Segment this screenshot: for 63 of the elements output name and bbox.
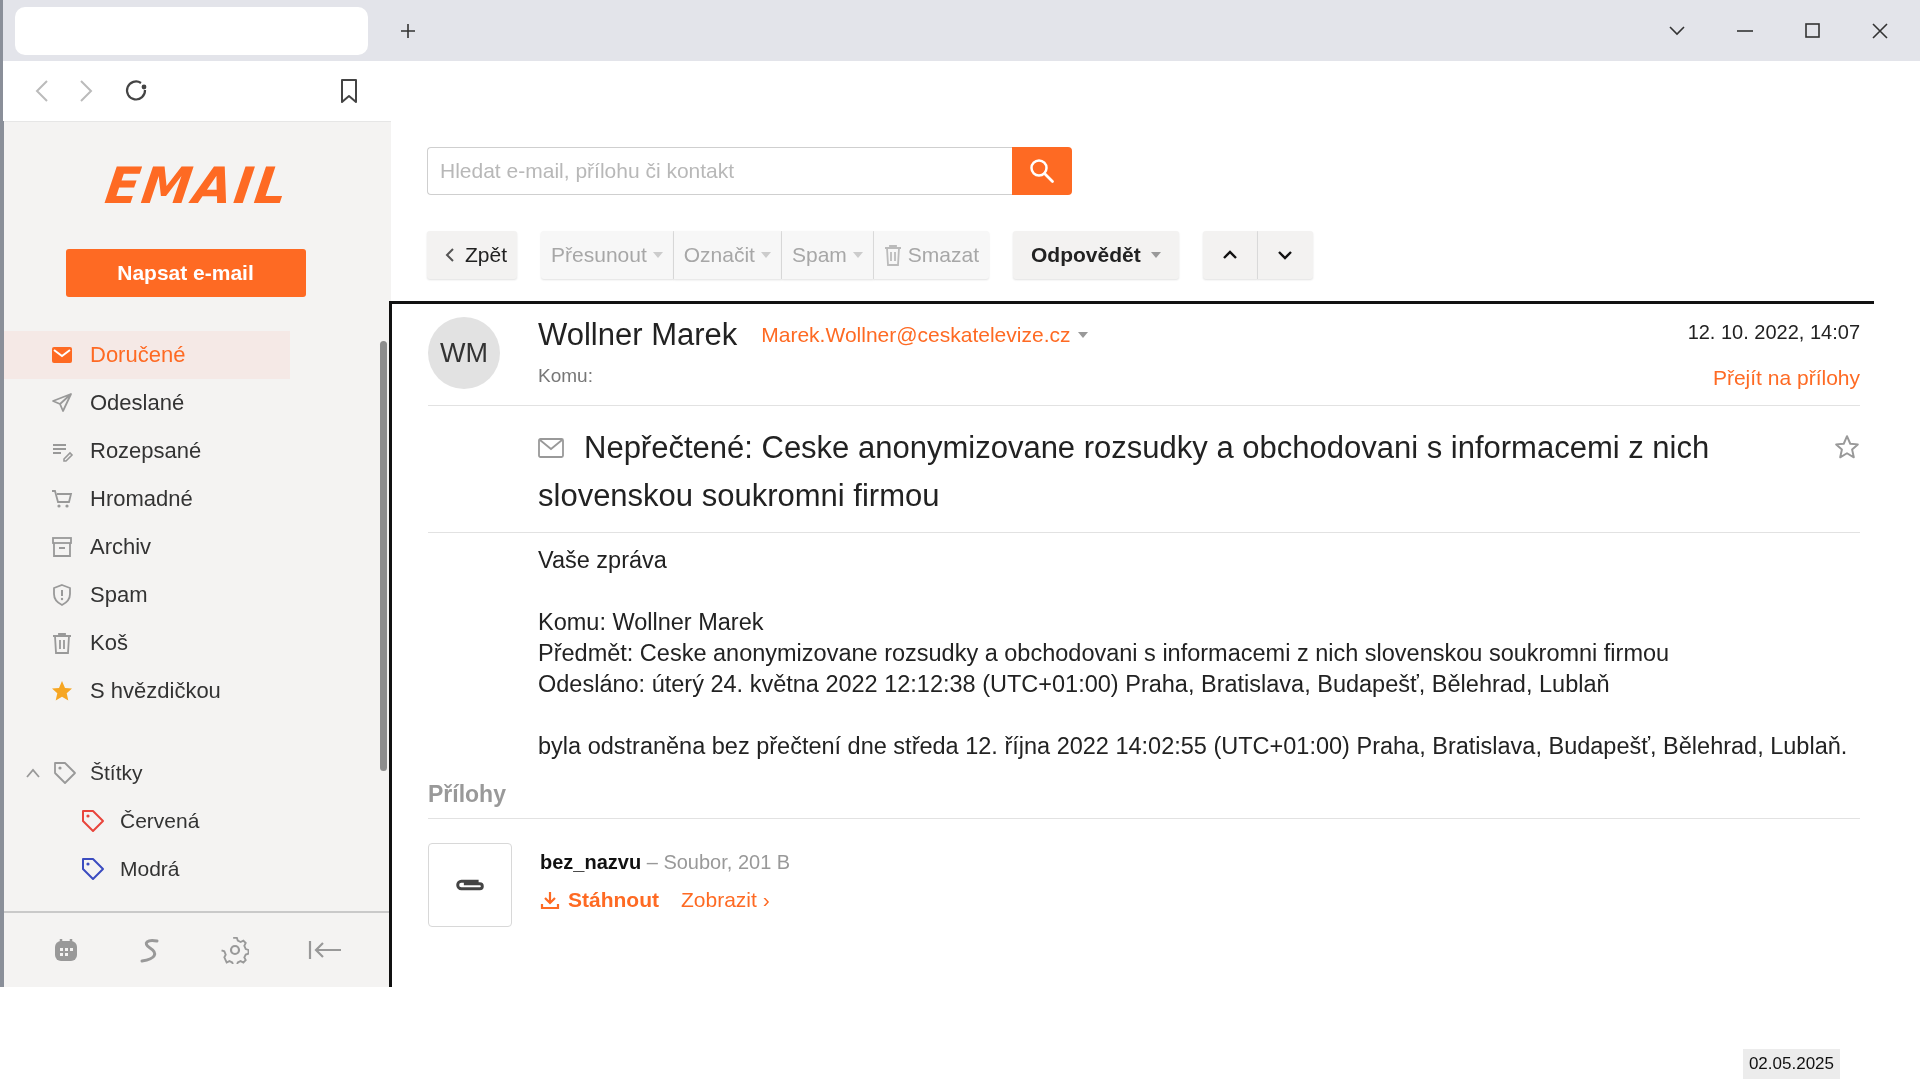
star-icon[interactable] — [1834, 434, 1860, 460]
previous-button[interactable] — [1202, 231, 1258, 279]
trash-icon — [50, 631, 74, 655]
caret-icon[interactable] — [1078, 332, 1089, 338]
sender-name: Wollner Marek — [538, 317, 738, 353]
recipient-label: Komu: — [538, 365, 594, 387]
calendar-icon[interactable] — [53, 937, 80, 963]
chevron-left-icon — [445, 247, 455, 263]
label-item[interactable]: Modrá — [4, 845, 260, 893]
folder-item[interactable]: Archiv — [4, 523, 290, 571]
envelope-icon — [538, 438, 564, 458]
caret-icon — [1150, 252, 1161, 258]
message-text: Předmět: Ceske anonymizovane rozsudky a obchodovani s informacemi z nich slovenskou soukromni firmou — [538, 639, 1671, 668]
caret-icon — [760, 252, 771, 258]
message-subject: Nepřečtené: Ceske anonymizovane rozsudky a obchodovani s informacemi z nich slovenskou soukromni firmou — [538, 429, 1711, 515]
message-text: Odesláno: úterý 24. května 2022 12:12:38 (UTC+01:00) Praha, Bratislava, Budapešť, Bělehrad, Lublaň — [538, 670, 1611, 699]
attachment-meta: – Soubor, 201 B — [646, 851, 791, 873]
reply-button[interactable]: Odpovědět — [1013, 231, 1179, 279]
folder-item[interactable]: S hvězdičkou — [4, 667, 290, 715]
search-button[interactable] — [1012, 147, 1072, 195]
message-text: Komu: Wollner Marek — [538, 608, 765, 637]
chevron-down-icon[interactable] — [1669, 25, 1685, 36]
folder-item[interactable]: Hromadné — [4, 475, 290, 523]
collapse-sidebar-icon[interactable] — [307, 940, 342, 960]
shield-icon — [50, 583, 74, 607]
tag-icon — [52, 760, 78, 786]
folder-item[interactable]: Odeslané — [4, 379, 290, 427]
star-icon — [50, 679, 74, 703]
message-text: byla odstraněna bez přečtení dne středa 12. října 2022 14:02:55 (UTC+01:00) Praha, Bratislava, Budapešť, Bělehrad, Lublaň. — [538, 732, 1849, 761]
message-date: 12. 10. 2022, 14:07 — [1687, 321, 1860, 344]
download-icon — [540, 890, 560, 910]
folder-item[interactable]: Spam — [4, 571, 290, 619]
maximize-icon[interactable] — [1805, 23, 1820, 38]
close-icon[interactable] — [1872, 22, 1888, 39]
back-icon[interactable] — [35, 79, 49, 103]
avatar: WM — [428, 317, 500, 389]
minimize-icon[interactable] — [1737, 29, 1753, 32]
chevron-up-icon — [1221, 250, 1238, 260]
search-icon — [1029, 158, 1055, 184]
chevron-down-icon — [1277, 250, 1294, 260]
attachment-thumbnail[interactable] — [428, 843, 512, 927]
bookmark-icon[interactable] — [339, 78, 359, 104]
search-field[interactable]: Hledat e-mail, přílohu či kontakt — [427, 147, 1012, 195]
label-item[interactable]: Červená — [4, 797, 260, 845]
collapse-caret-icon — [26, 768, 40, 778]
folder-item[interactable]: Koš — [4, 619, 290, 667]
next-button[interactable] — [1257, 231, 1313, 279]
reload-icon[interactable] — [123, 78, 149, 104]
labels-header[interactable]: Štítky — [4, 749, 226, 797]
archive-icon — [50, 535, 74, 559]
new-tab-icon[interactable] — [400, 22, 416, 39]
forward-icon[interactable] — [79, 79, 93, 103]
settings-icon[interactable] — [220, 936, 249, 964]
caret-icon — [652, 252, 663, 258]
caret-icon — [852, 252, 863, 258]
desktop-date: 02.05.2025 — [1742, 1049, 1840, 1079]
send-icon — [50, 391, 74, 415]
back-button[interactable]: Zpět — [427, 231, 518, 279]
attachment-name: bez_nazvu — [540, 851, 642, 873]
message-text: Vaše zpráva — [538, 546, 668, 575]
trash-icon — [883, 244, 902, 266]
folder-item[interactable]: Rozepsané — [4, 427, 290, 475]
attachments-heading: Přílohy — [428, 781, 1860, 819]
